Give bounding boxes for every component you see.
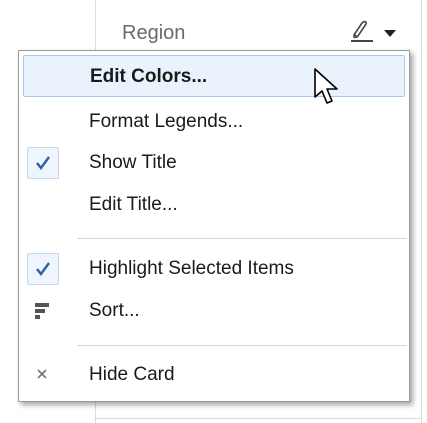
menu-item-hide-card[interactable]: Hide Card — [23, 354, 405, 396]
context-menu: Edit Colors... Format Legends... Show Ti… — [18, 50, 410, 402]
menu-item-label: Format Legends... — [89, 111, 244, 132]
checkmark-icon — [27, 147, 59, 179]
menu-item-label: Highlight Selected Items — [89, 258, 294, 279]
close-icon — [27, 359, 59, 391]
menu-separator — [77, 238, 407, 239]
menu-item-label: Sort... — [89, 300, 140, 321]
card-right-border — [421, 0, 422, 423]
card-bottom-border — [95, 418, 422, 419]
pen-icon[interactable] — [348, 20, 374, 44]
card-tools[interactable] — [348, 20, 406, 44]
sort-icon — [27, 295, 59, 327]
menu-item-show-title[interactable]: Show Title — [23, 142, 405, 184]
checkmark-icon — [27, 253, 59, 285]
menu-item-format-legends[interactable]: Format Legends... — [23, 101, 405, 143]
mouse-pointer-icon — [314, 68, 338, 104]
card-title: Region — [122, 22, 186, 44]
menu-item-label: Edit Title... — [89, 194, 178, 215]
menu-item-highlight-selected-items[interactable]: Highlight Selected Items — [23, 248, 405, 290]
menu-item-sort[interactable]: Sort... — [23, 290, 405, 332]
chevron-down-icon[interactable] — [382, 26, 398, 40]
menu-item-label: Hide Card — [89, 364, 175, 385]
menu-item-edit-colors[interactable]: Edit Colors... — [23, 55, 405, 97]
menu-item-label: Edit Colors... — [90, 66, 208, 87]
legend-card-header: Region — [96, 14, 421, 50]
menu-item-edit-title[interactable]: Edit Title... — [23, 184, 405, 226]
menu-separator — [77, 345, 407, 346]
menu-item-label: Show Title — [89, 152, 177, 173]
